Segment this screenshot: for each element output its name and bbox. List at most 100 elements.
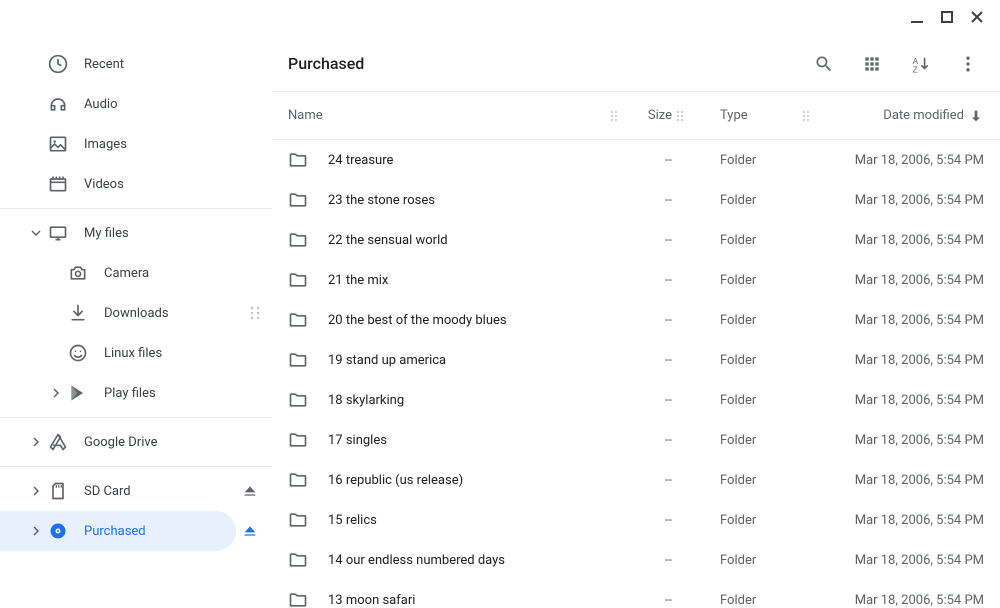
expand-icon[interactable] xyxy=(28,486,44,496)
file-row[interactable]: 16 republic (us release)--FolderMar 18, … xyxy=(272,460,1000,500)
file-row[interactable]: 13 moon safari--FolderMar 18, 2006, 5:54… xyxy=(272,580,1000,608)
myfiles-icon xyxy=(48,223,68,243)
window-maximize-button[interactable] xyxy=(938,8,956,26)
sort-button[interactable]: A Z xyxy=(908,52,932,76)
sidebar-item-label: Videos xyxy=(84,177,256,192)
file-row[interactable]: 18 skylarking--FolderMar 18, 2006, 5:54 … xyxy=(272,380,1000,420)
expand-icon[interactable] xyxy=(28,437,44,447)
file-name: 17 singles xyxy=(328,433,606,448)
sidebar-item-sd-card[interactable]: SD Card xyxy=(0,471,272,511)
sidebar-item-label: My files xyxy=(84,226,256,241)
column-size-header[interactable]: Size xyxy=(648,108,672,123)
expand-icon[interactable] xyxy=(28,526,44,536)
recent-icon xyxy=(48,54,68,74)
file-size: -- xyxy=(622,153,672,168)
column-type-header[interactable]: Type xyxy=(720,108,748,123)
file-date: Mar 18, 2006, 5:54 PM xyxy=(814,553,984,568)
column-separator-icon[interactable] xyxy=(672,110,688,122)
sidebar-item-google-drive[interactable]: Google Drive xyxy=(0,422,272,462)
expand-icon[interactable] xyxy=(28,228,44,238)
sidebar-item-purchased[interactable]: Purchased xyxy=(0,511,236,551)
view-toggle-button[interactable] xyxy=(860,52,884,76)
folder-icon xyxy=(288,310,308,330)
sidebar-item-label: Linux files xyxy=(104,346,256,361)
file-name: 24 treasure xyxy=(328,153,606,168)
folder-icon xyxy=(288,590,308,608)
file-size: -- xyxy=(622,433,672,448)
file-date: Mar 18, 2006, 5:54 PM xyxy=(814,433,984,448)
file-row[interactable]: 15 relics--FolderMar 18, 2006, 5:54 PM xyxy=(272,500,1000,540)
sidebar-item-label: Images xyxy=(84,137,256,152)
page-title: Purchased xyxy=(288,54,812,73)
file-type: Folder xyxy=(688,153,798,168)
folder-icon xyxy=(288,150,308,170)
folder-icon xyxy=(288,230,308,250)
more-options-button[interactable] xyxy=(956,52,980,76)
folder-icon xyxy=(288,190,308,210)
column-separator-icon[interactable] xyxy=(798,110,814,122)
window-close-button[interactable] xyxy=(968,8,986,26)
images-icon xyxy=(48,134,68,154)
sd-icon xyxy=(48,481,68,501)
file-size: -- xyxy=(622,473,672,488)
file-size: -- xyxy=(622,353,672,368)
expand-icon[interactable] xyxy=(48,388,64,398)
sidebar-item-videos[interactable]: Videos xyxy=(0,164,272,204)
file-row[interactable]: 20 the best of the moody blues--FolderMa… xyxy=(272,300,1000,340)
file-type: Folder xyxy=(688,353,798,368)
file-type: Folder xyxy=(688,433,798,448)
file-type: Folder xyxy=(688,513,798,528)
sidebar-item-label: Recent xyxy=(84,57,256,72)
file-size: -- xyxy=(622,193,672,208)
sidebar-item-camera[interactable]: Camera xyxy=(0,253,272,293)
file-name: 19 stand up america xyxy=(328,353,606,368)
sidebar-item-downloads[interactable]: Downloads xyxy=(0,293,272,333)
sidebar: Recent Audio Images Videos My files CameraDow… xyxy=(0,0,272,608)
file-row[interactable]: 14 our endless numbered days--FolderMar … xyxy=(272,540,1000,580)
folder-icon xyxy=(288,470,308,490)
file-row[interactable]: 24 treasure--FolderMar 18, 2006, 5:54 PM xyxy=(272,140,1000,180)
file-row[interactable]: 19 stand up america--FolderMar 18, 2006,… xyxy=(272,340,1000,380)
column-name-header[interactable]: Name xyxy=(288,108,323,123)
sidebar-item-label: Google Drive xyxy=(84,435,256,450)
file-date: Mar 18, 2006, 5:54 PM xyxy=(814,193,984,208)
sidebar-item-label: Audio xyxy=(84,97,256,112)
file-date: Mar 18, 2006, 5:54 PM xyxy=(814,393,984,408)
sidebar-item-recent[interactable]: Recent xyxy=(0,44,272,84)
folder-icon xyxy=(288,390,308,410)
file-row[interactable]: 23 the stone roses--FolderMar 18, 2006, … xyxy=(272,180,1000,220)
file-date: Mar 18, 2006, 5:54 PM xyxy=(814,233,984,248)
file-size: -- xyxy=(622,273,672,288)
sidebar-item-audio[interactable]: Audio xyxy=(0,84,272,124)
eject-icon[interactable] xyxy=(240,481,260,501)
column-date-header[interactable]: Date modified xyxy=(883,108,964,123)
eject-icon[interactable] xyxy=(240,521,260,541)
column-separator-icon[interactable] xyxy=(606,110,622,122)
sidebar-item-images[interactable]: Images xyxy=(0,124,272,164)
window-minimize-button[interactable] xyxy=(908,8,926,26)
audio-icon xyxy=(48,94,68,114)
drag-handle-icon[interactable] xyxy=(250,306,260,320)
file-row[interactable]: 21 the mix--FolderMar 18, 2006, 5:54 PM xyxy=(272,260,1000,300)
file-row[interactable]: 22 the sensual world--FolderMar 18, 2006… xyxy=(272,220,1000,260)
sidebar-item-my-files[interactable]: My files xyxy=(0,213,272,253)
file-name: 14 our endless numbered days xyxy=(328,553,606,568)
file-date: Mar 18, 2006, 5:54 PM xyxy=(814,473,984,488)
sidebar-item-play-files[interactable]: Play files xyxy=(0,373,272,413)
file-list: 24 treasure -- Folder Mar 18, 2006, 5:54 PM… xyxy=(272,140,1000,608)
file-type: Folder xyxy=(688,273,798,288)
linux-icon xyxy=(68,343,88,363)
file-date: Mar 18, 2006, 5:54 PM xyxy=(814,593,984,608)
folder-icon xyxy=(288,510,308,530)
file-name: 21 the mix xyxy=(328,273,606,288)
file-type: Folder xyxy=(688,393,798,408)
file-size: -- xyxy=(622,393,672,408)
search-button[interactable] xyxy=(812,52,836,76)
file-row[interactable]: 17 singles -- Folder Mar 18, 2006, 5:54 PM xyxy=(272,420,1000,460)
sidebar-item-linux-files[interactable]: Linux files xyxy=(0,333,272,373)
folder-icon xyxy=(288,550,308,570)
file-name: 13 moon safari xyxy=(328,593,606,608)
disc-icon xyxy=(48,521,68,541)
file-size: -- xyxy=(622,553,672,568)
file-date: Mar 18, 2006, 5:54 PM xyxy=(814,513,984,528)
